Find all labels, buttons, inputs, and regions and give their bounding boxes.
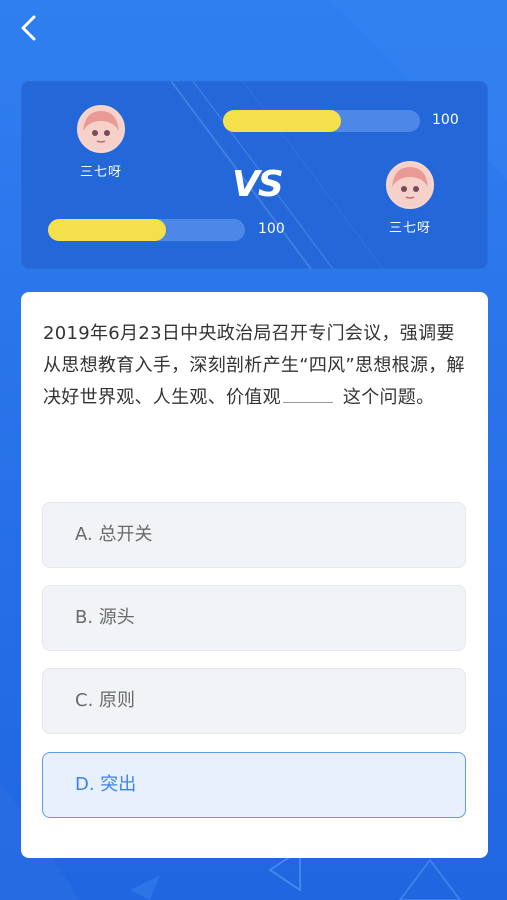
back-button[interactable] bbox=[14, 12, 44, 44]
player-name: 三七呀 bbox=[388, 221, 431, 236]
option-a[interactable]: A. 总开关 bbox=[42, 502, 466, 568]
question-text: 2019年6月23日中央政治局召开专门会议，强调要从思想教育入手，深刻剖析产生“… bbox=[43, 318, 468, 414]
option-label: B. 源头 bbox=[75, 607, 135, 628]
anime-girl-icon bbox=[388, 163, 432, 207]
vs-label: VS bbox=[232, 164, 284, 205]
score-bar-fill bbox=[48, 219, 167, 241]
player-bottom: 三七呀 bbox=[370, 161, 450, 236]
avatar bbox=[77, 105, 125, 153]
option-label: C. 原则 bbox=[75, 690, 136, 711]
option-label: A. 总开关 bbox=[75, 524, 153, 545]
player-name: 三七呀 bbox=[79, 165, 122, 180]
answer-blank bbox=[282, 382, 333, 403]
question-card: 2019年6月23日中央政治局召开专门会议，强调要从思想教育入手，深刻剖析产生“… bbox=[21, 292, 488, 858]
player-bottom-score-bar bbox=[48, 219, 245, 241]
option-b[interactable]: B. 源头 bbox=[42, 585, 466, 651]
avatar bbox=[386, 161, 434, 209]
question-text-after: 这个问题。 bbox=[342, 387, 435, 408]
option-label: D. 突出 bbox=[75, 774, 137, 795]
player-top-score: 100 bbox=[432, 112, 459, 128]
player-top: 三七呀 bbox=[61, 105, 141, 180]
chevron-left-icon bbox=[21, 15, 36, 41]
player-top-score-bar bbox=[223, 110, 420, 132]
anime-girl-icon bbox=[79, 107, 123, 151]
player-bottom-score: 100 bbox=[258, 221, 285, 237]
battle-panel: 三七呀 100 VS 三七呀 100 bbox=[21, 81, 488, 269]
option-c[interactable]: C. 原则 bbox=[42, 668, 466, 734]
score-bar-fill bbox=[223, 110, 342, 132]
option-d[interactable]: D. 突出 bbox=[42, 752, 466, 818]
